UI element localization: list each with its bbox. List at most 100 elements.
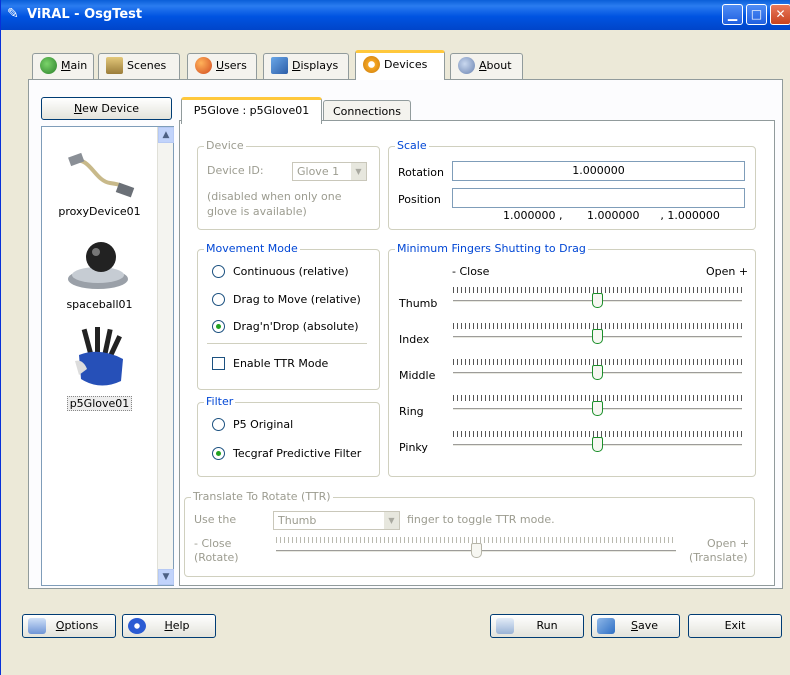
device-item[interactable]: spaceball01 [42, 235, 157, 311]
ttr-use-the-label: Use the [194, 513, 237, 526]
slider-thumb[interactable] [592, 437, 603, 452]
scene-icon [106, 57, 123, 74]
slider-thumb[interactable] [592, 401, 603, 416]
radio-continuous[interactable] [212, 265, 225, 278]
device-name-selected: p5Glove01 [66, 396, 133, 411]
enable-ttr-checkbox[interactable] [212, 357, 225, 370]
rotation-input[interactable]: 1.000000 [452, 161, 745, 181]
save-button[interactable]: Save [591, 614, 680, 638]
save-mnemonic: S [630, 619, 638, 632]
users-icon [195, 57, 212, 74]
tab-main-label: ain [70, 59, 88, 72]
cable-icon [67, 152, 134, 198]
device-name: proxyDevice01 [58, 205, 141, 218]
close-icon: ✕ [775, 7, 786, 21]
radio-tecgraf-filter[interactable] [212, 447, 225, 460]
tab-devices-label: Devices [384, 58, 428, 71]
radio-drag-to-move-label: Drag to Move (relative) [233, 293, 361, 306]
tab-users[interactable]: Users [187, 53, 257, 79]
radio-drag-n-drop-label: Drag'n'Drop (absolute) [233, 320, 359, 333]
thumb-label: Thumb [399, 297, 438, 310]
position-value: 1.000000 , 1.000000 , 1.000000 [503, 209, 720, 222]
rotation-label: Rotation [398, 166, 445, 179]
minimize-icon: ▁ [727, 7, 738, 21]
index-slider[interactable] [453, 323, 742, 345]
slider-thumb[interactable] [592, 293, 603, 308]
fingers-open-label: Open + [706, 265, 749, 278]
tab-about[interactable]: About [450, 53, 523, 79]
help-mnemonic: H [164, 619, 173, 632]
tab-devices[interactable]: Devices [355, 50, 445, 80]
ttr-rotate-label: (Rotate) [194, 551, 239, 564]
device-item[interactable]: proxyDevice01 [42, 147, 157, 218]
exit-label: Exit [724, 619, 746, 632]
device-id-select[interactable]: Glove 1 ▼ [292, 162, 367, 181]
middle-label: Middle [399, 369, 436, 382]
minimize-button[interactable]: ▁ [722, 4, 743, 25]
device-list[interactable]: ▲ ▼ proxyDevice01 spaceball01 p5Glove01 [41, 126, 174, 586]
device-item[interactable]: p5Glove01 [42, 325, 157, 411]
middle-slider[interactable] [453, 359, 742, 381]
position-label: Position [398, 193, 441, 206]
ttr-open-label: Open + [707, 537, 750, 550]
index-label: Index [399, 333, 430, 346]
ttr-slider[interactable] [276, 537, 676, 559]
tab-p5glove-label: P5Glove : p5Glove01 [193, 104, 310, 117]
save-label: ave [637, 619, 658, 632]
pinky-label: Pinky [399, 441, 428, 454]
slider-thumb[interactable] [471, 543, 482, 558]
device-id-value: Glove 1 [297, 165, 340, 178]
chevron-down-icon: ▼ [384, 512, 399, 529]
radio-p5-original-label: P5 Original [233, 418, 294, 431]
device-id-label: Device ID: [207, 164, 264, 177]
options-label: ptions [64, 619, 99, 632]
radio-drag-n-drop[interactable] [212, 320, 225, 333]
ttr-group-legend: Translate To Rotate (TTR) [191, 490, 333, 503]
options-icon [28, 618, 46, 634]
help-icon [128, 618, 146, 634]
save-icon [597, 618, 615, 634]
radio-p5-original[interactable] [212, 418, 225, 431]
display-icon [271, 57, 288, 74]
tab-scenes[interactable]: Scenes [98, 53, 180, 79]
device-id-note: (disabled when only one [207, 190, 342, 203]
scroll-up-icon[interactable]: ▲ [158, 127, 174, 143]
fingers-group-legend: Minimum Fingers Shutting to Drag [395, 242, 588, 255]
new-device-button[interactable]: New Device [41, 97, 172, 120]
ttr-finger-select[interactable]: Thumb ▼ [273, 511, 400, 530]
tab-connections-label: Connections [333, 105, 401, 118]
device-group-legend: Device [204, 139, 246, 152]
tab-main[interactable]: Main [32, 53, 94, 79]
ttr-suffix-label: finger to toggle TTR mode. [407, 513, 555, 526]
tab-displays[interactable]: Displays [263, 53, 349, 79]
help-button[interactable]: Help [122, 614, 216, 638]
ring-slider[interactable] [453, 395, 742, 417]
movement-mode-legend: Movement Mode [204, 242, 300, 255]
run-icon [496, 618, 514, 634]
close-button[interactable]: ✕ [770, 4, 790, 25]
scroll-down-icon[interactable]: ▼ [158, 569, 174, 585]
ttr-finger-value: Thumb [278, 514, 317, 527]
thumb-slider[interactable] [453, 287, 742, 309]
app-icon: ✎ [7, 6, 19, 22]
run-button[interactable]: Run [490, 614, 584, 638]
new-device-label: ew Device [82, 102, 140, 115]
maximize-button[interactable]: □ [746, 4, 767, 25]
slider-thumb[interactable] [592, 365, 603, 380]
slider-thumb[interactable] [592, 329, 603, 344]
enable-ttr-label: Enable TTR Mode [233, 357, 329, 370]
radio-drag-to-move[interactable] [212, 293, 225, 306]
ttr-close-label: - Close [194, 537, 232, 550]
pinky-slider[interactable] [453, 431, 742, 453]
tab-p5glove[interactable]: P5Glove : p5Glove01 [181, 97, 322, 124]
tab-displays-label: isplays [300, 59, 339, 72]
position-input[interactable]: 1.000000 , 1.000000 , 1.000000 [452, 188, 745, 222]
options-button[interactable]: Options [22, 614, 116, 638]
tab-about-label: bout [486, 59, 512, 72]
exit-button[interactable]: Exit [688, 614, 782, 638]
about-icon [458, 57, 475, 74]
globe-icon [40, 57, 57, 74]
spaceball-icon [67, 242, 128, 289]
device-list-scrollbar[interactable]: ▲ ▼ [157, 127, 174, 585]
title-bar[interactable]: ✎ ViRAL - OsgTest ▁ □ ✕ [1, 0, 790, 30]
